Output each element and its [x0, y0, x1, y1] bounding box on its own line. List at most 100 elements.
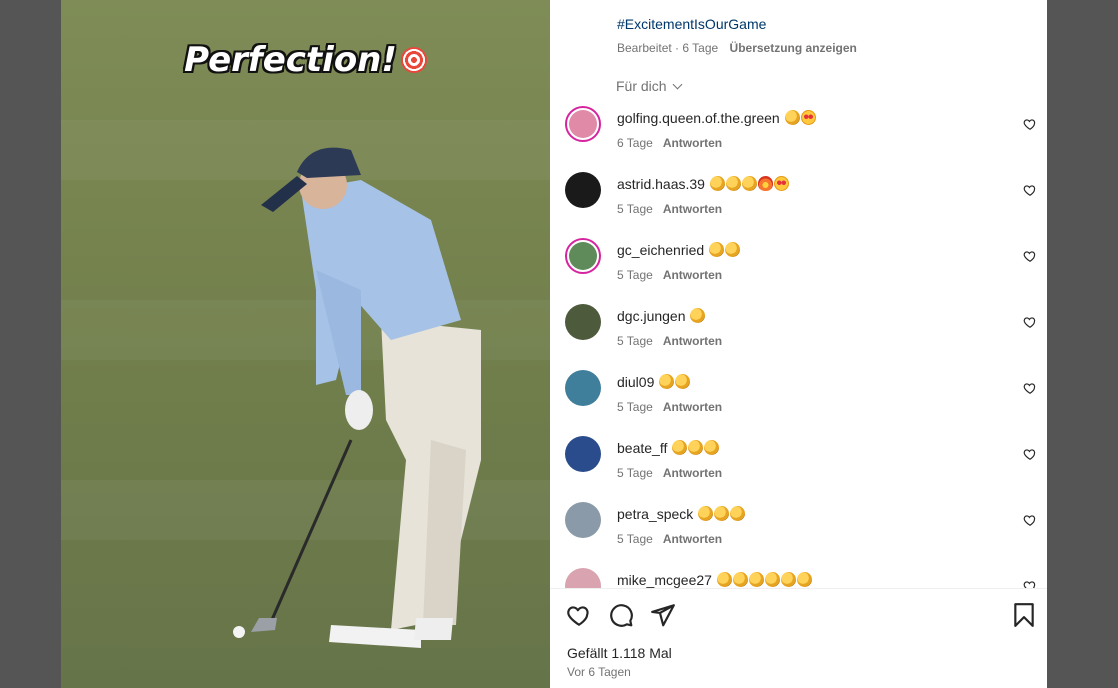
- avatar[interactable]: [565, 370, 601, 406]
- comment-age: 6 Tage: [617, 136, 653, 150]
- post-media[interactable]: Perfection!: [61, 0, 550, 688]
- clap-emoji-icon: [709, 242, 725, 257]
- post-meta: Bearbeitet · 6 Tage Übersetzung anzeigen: [617, 41, 857, 55]
- clap-emoji-icon: [725, 242, 741, 257]
- comment-item: astrid.haas.39 5 Tage Antworten: [550, 166, 1047, 232]
- comment-like-heart-icon[interactable]: [1023, 513, 1037, 527]
- video-caption: Perfection!: [61, 40, 550, 80]
- comment-text: astrid.haas.39: [617, 176, 789, 192]
- comment-list[interactable]: golfing.queen.of.the.green 6 Tage Antwort…: [550, 100, 1047, 588]
- comment-meta: 5 Tage Antworten: [617, 466, 722, 480]
- comment-age: 5 Tage: [617, 334, 653, 348]
- clap-emoji-icon: [675, 374, 691, 389]
- comment-text: petra_speck: [617, 506, 746, 522]
- comment-username[interactable]: dgc.jungen: [617, 308, 686, 324]
- reply-button[interactable]: Antworten: [663, 202, 722, 216]
- comment-meta: 5 Tage Antworten: [617, 532, 722, 546]
- comment-item: golfing.queen.of.the.green 6 Tage Antwort…: [550, 100, 1047, 166]
- comment-like-heart-icon[interactable]: [1023, 579, 1037, 588]
- comment-item: mike_mcgee27: [550, 562, 1047, 588]
- comment-meta: 5 Tage Antworten: [617, 334, 722, 348]
- backdrop-right: [1047, 0, 1118, 688]
- reply-button[interactable]: Antworten: [663, 532, 722, 546]
- comment-like-heart-icon[interactable]: [1023, 249, 1037, 263]
- comment-username[interactable]: diul09: [617, 374, 654, 390]
- avatar[interactable]: [565, 238, 601, 274]
- like-count[interactable]: Gefällt 1.118 Mal: [567, 645, 672, 661]
- comment-bubble-icon: [610, 604, 633, 627]
- chevron-down-icon: [672, 79, 683, 89]
- avatar[interactable]: [565, 304, 601, 340]
- comment-like-heart-icon[interactable]: [1023, 315, 1037, 329]
- comment-meta: 5 Tage Antworten: [617, 268, 722, 282]
- comment-age: 5 Tage: [617, 202, 653, 216]
- clap-emoji-icon: [704, 440, 720, 455]
- clap-emoji-icon: [730, 506, 746, 521]
- reply-button[interactable]: Antworten: [663, 400, 722, 414]
- target-emoji-icon: [400, 47, 427, 73]
- comment-like-heart-icon[interactable]: [1023, 117, 1037, 131]
- avatar[interactable]: [565, 568, 601, 588]
- comment-username[interactable]: mike_mcgee27: [617, 572, 712, 588]
- comment-sort-dropdown[interactable]: Für dich: [616, 78, 683, 94]
- post-hashtag-link[interactable]: #ExcitementIsOurGame: [617, 16, 766, 32]
- comment-like-heart-icon[interactable]: [1023, 447, 1037, 461]
- comment-username[interactable]: beate_ff: [617, 440, 667, 456]
- comment-button[interactable]: [608, 602, 634, 628]
- comment-item: petra_speck 5 Tage Antworten: [550, 496, 1047, 562]
- like-button[interactable]: [566, 602, 592, 628]
- stareyes-emoji-icon: [800, 110, 816, 125]
- comment-item: dgc.jungen 5 Tage Antworten: [550, 298, 1047, 364]
- clap-emoji-icon: [690, 308, 706, 323]
- clap-emoji-icon: [764, 572, 780, 587]
- comment-username[interactable]: astrid.haas.39: [617, 176, 705, 192]
- comment-like-heart-icon[interactable]: [1023, 183, 1037, 197]
- comment-meta: 6 Tage Antworten: [617, 136, 722, 150]
- reply-button[interactable]: Antworten: [663, 466, 722, 480]
- clap-emoji-icon: [741, 176, 757, 191]
- avatar[interactable]: [565, 502, 601, 538]
- comment-username[interactable]: gc_eichenried: [617, 242, 704, 258]
- comment-username[interactable]: golfing.queen.of.the.green: [617, 110, 780, 126]
- translate-link[interactable]: Übersetzung anzeigen: [730, 41, 857, 55]
- post-age: 6 Tage: [682, 41, 719, 55]
- clap-emoji-icon: [688, 440, 704, 455]
- comment-text: dgc.jungen: [617, 308, 706, 324]
- comment-username[interactable]: petra_speck: [617, 506, 693, 522]
- comment-item: diul09 5 Tage Antworten: [550, 364, 1047, 430]
- comment-text: golfing.queen.of.the.green: [617, 110, 816, 126]
- comment-text: diul09: [617, 374, 691, 390]
- clap-emoji-icon: [714, 506, 730, 521]
- comment-age: 5 Tage: [617, 400, 653, 414]
- heart-icon: [567, 606, 589, 626]
- comment-text: mike_mcgee27: [617, 572, 812, 588]
- clap-emoji-icon: [659, 374, 675, 389]
- reply-button[interactable]: Antworten: [663, 334, 722, 348]
- bookmark-icon: [1014, 603, 1034, 627]
- edited-label: Bearbeitet: [617, 41, 672, 55]
- clap-emoji-icon: [725, 176, 741, 191]
- reply-button[interactable]: Antworten: [663, 136, 722, 150]
- avatar[interactable]: [565, 106, 601, 142]
- clap-emoji-icon: [698, 506, 714, 521]
- comment-text: gc_eichenried: [617, 242, 741, 258]
- clap-emoji-icon: [672, 440, 688, 455]
- clap-emoji-icon: [784, 110, 800, 125]
- comment-text: beate_ff: [617, 440, 720, 456]
- avatar[interactable]: [565, 436, 601, 472]
- stareyes-emoji-icon: [773, 176, 789, 191]
- comment-meta: 5 Tage Antworten: [617, 400, 722, 414]
- share-button[interactable]: [650, 602, 676, 628]
- avatar[interactable]: [565, 172, 601, 208]
- clap-emoji-icon: [732, 572, 748, 587]
- fire-emoji-icon: [757, 176, 773, 191]
- clap-emoji-icon: [709, 176, 725, 191]
- comment-like-heart-icon[interactable]: [1023, 381, 1037, 395]
- comment-meta: 5 Tage Antworten: [617, 202, 722, 216]
- golfer-illustration: [233, 147, 481, 648]
- clap-emoji-icon: [780, 572, 796, 587]
- comment-item: beate_ff 5 Tage Antworten: [550, 430, 1047, 496]
- save-button[interactable]: [1013, 602, 1035, 628]
- reply-button[interactable]: Antworten: [663, 268, 722, 282]
- comments-panel: #ExcitementIsOurGame Bearbeitet · 6 Tage…: [550, 0, 1047, 688]
